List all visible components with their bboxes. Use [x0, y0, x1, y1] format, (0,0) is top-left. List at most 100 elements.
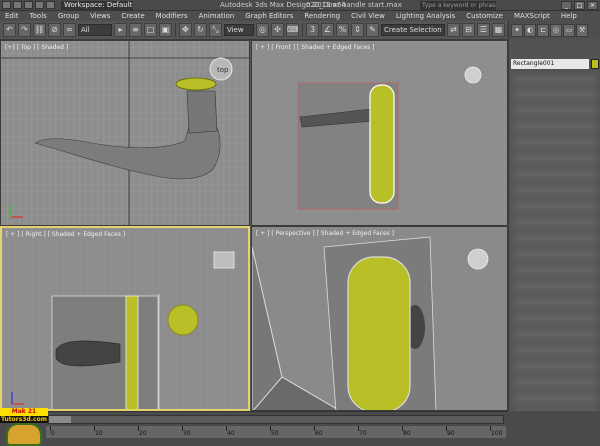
- timeline-tick-label: 40: [227, 430, 235, 437]
- create-tab-icon[interactable]: ✦: [511, 23, 523, 37]
- quick-access-toolbar: [2, 1, 55, 9]
- hierarchy-tab-icon[interactable]: ⊏: [537, 23, 549, 37]
- edit-named-selection-icon[interactable]: ✎: [366, 23, 379, 37]
- select-link-icon[interactable]: ⛓: [33, 23, 46, 37]
- title-bar: Workspace: Default Autodesk 3ds Max Desi…: [0, 0, 600, 11]
- percent-snap-icon[interactable]: %: [336, 23, 349, 37]
- toolbar-separator: [302, 23, 303, 37]
- window-controls: _ □ ×: [561, 1, 598, 10]
- viewport-label[interactable]: [ + ] [ Perspective ] [ Shaded + Edged F…: [256, 230, 394, 237]
- object-name-field[interactable]: Rectangle001: [511, 59, 589, 69]
- undo-button-icon[interactable]: ↶: [3, 23, 16, 37]
- menu-civil-view[interactable]: Civil View: [351, 11, 385, 21]
- branding-line2: Tutors3d.com: [0, 416, 48, 423]
- align-icon[interactable]: ⊟: [462, 23, 475, 37]
- viewport-top[interactable]: top [+] [ Top ] [ Shaded ]: [0, 40, 250, 226]
- snaps-toggle-icon[interactable]: 3: [306, 23, 319, 37]
- time-slider[interactable]: [48, 415, 504, 424]
- modify-tab-icon[interactable]: ◐: [524, 23, 536, 37]
- move-icon[interactable]: ✥: [179, 23, 192, 37]
- rectangular-selection-icon[interactable]: □: [144, 23, 157, 37]
- menu-maxscript[interactable]: MAXScript: [514, 11, 550, 21]
- menu-create[interactable]: Create: [121, 11, 144, 21]
- graphite-tools-icon[interactable]: ▦: [492, 23, 505, 37]
- command-panel: ✦ ◐ ⊏ ◎ ▭ ⚒ Rectangle001: [508, 21, 600, 446]
- selection-filter-dropdown[interactable]: All: [78, 24, 112, 36]
- branding-line1: Mak 21 Training: [0, 408, 48, 423]
- menu-group[interactable]: Group: [58, 11, 79, 21]
- status-area: [508, 411, 600, 446]
- command-panel-tabs: ✦ ◐ ⊏ ◎ ▭ ⚒: [509, 21, 600, 39]
- redo-button-icon[interactable]: ↷: [18, 23, 31, 37]
- workspace-dropdown[interactable]: Workspace: Default: [61, 0, 133, 10]
- timeline-tick-label: 80: [403, 430, 411, 437]
- viewport-perspective[interactable]: [ + ] [ Perspective ] [ Shaded + Edged F…: [251, 226, 508, 411]
- menu-lighting-analysis[interactable]: Lighting Analysis: [396, 11, 455, 21]
- blurred-panel-content: [513, 75, 597, 435]
- timeline-tick-label: 60: [315, 430, 323, 437]
- time-slider-thumb[interactable]: [49, 416, 71, 423]
- menu-help[interactable]: Help: [561, 11, 577, 21]
- mirror-icon[interactable]: ⇄: [447, 23, 460, 37]
- timeline-tick-label: 100: [491, 430, 503, 437]
- menu-graph-editors[interactable]: Graph Editors: [245, 11, 293, 21]
- viewport-right[interactable]: [ + ] [ Right ] [ Shaded + Edged Faces ]: [0, 226, 250, 411]
- viewport-label[interactable]: [ + ] [ Right ] [ Shaded + Edged Faces ]: [6, 231, 125, 238]
- utilities-tab-icon[interactable]: ⚒: [576, 23, 588, 37]
- minimize-icon[interactable]: _: [561, 1, 572, 10]
- redo-icon[interactable]: [46, 1, 55, 9]
- object-color-swatch[interactable]: [591, 59, 599, 69]
- pivot-center-icon[interactable]: ◎: [256, 23, 269, 37]
- unlink-icon[interactable]: ⊘: [48, 23, 61, 37]
- viewport-label[interactable]: [+] [ Top ] [ Shaded ]: [5, 44, 68, 51]
- named-selection-dropdown[interactable]: Create Selection Se: [381, 24, 445, 36]
- timeline-tick-label: 0: [51, 430, 55, 437]
- viewport-front[interactable]: [ + ] [ Front ] [ Shaded + Edged Faces ]: [251, 40, 508, 226]
- track-bar[interactable]: 0 10 20 30 40 50 60 70 80 90 100: [46, 426, 506, 438]
- rotate-icon[interactable]: ↻: [194, 23, 207, 37]
- file-title: 020_Door handle start.max: [306, 1, 402, 9]
- close-icon[interactable]: ×: [587, 1, 598, 10]
- display-tab-icon[interactable]: ▭: [563, 23, 575, 37]
- maximize-icon[interactable]: □: [574, 1, 585, 10]
- search-input[interactable]: Type a keyword or phrase: [420, 1, 496, 10]
- timeline-tick-label: 70: [359, 430, 367, 437]
- menu-animation[interactable]: Animation: [199, 11, 235, 21]
- timeline-tick-label: 20: [139, 430, 147, 437]
- keyboard-shortcut-icon[interactable]: ⌨: [286, 23, 299, 37]
- angle-snap-icon[interactable]: ∠: [321, 23, 334, 37]
- right-view-scene: [2, 228, 248, 409]
- main-toolbar: ↶ ↷ ⛓ ⊘ ≈ All ▸ ≡ □ ▣ ✥ ↻ ⤡ View ◎ ✣ ⌨ 3…: [0, 21, 595, 40]
- front-view-scene: [252, 41, 507, 225]
- menu-customize[interactable]: Customize: [466, 11, 503, 21]
- select-manipulate-icon[interactable]: ✣: [271, 23, 284, 37]
- app-window: Workspace: Default Autodesk 3ds Max Desi…: [0, 0, 600, 446]
- svg-text:top: top: [217, 66, 229, 74]
- undo-icon[interactable]: [35, 1, 44, 9]
- layer-manager-icon[interactable]: ☰: [477, 23, 490, 37]
- perspective-view-scene: [252, 227, 507, 410]
- reference-coordinate-dropdown[interactable]: View: [224, 24, 254, 36]
- new-file-icon[interactable]: [2, 1, 11, 9]
- save-file-icon[interactable]: [24, 1, 33, 9]
- select-object-icon[interactable]: ▸: [114, 23, 127, 37]
- mascot-icon: [6, 423, 42, 446]
- spinner-snap-icon[interactable]: ⇕: [351, 23, 364, 37]
- menu-bar: Edit Tools Group Views Create Modifiers …: [0, 11, 600, 21]
- menu-tools[interactable]: Tools: [30, 11, 47, 21]
- time-slider-area: 0 10 20 30 40 50 60 70 80 90 100: [0, 411, 508, 446]
- viewport-label[interactable]: [ + ] [ Front ] [ Shaded + Edged Faces ]: [256, 44, 374, 51]
- timeline-tick-label: 90: [447, 430, 455, 437]
- scale-icon[interactable]: ⤡: [209, 23, 222, 37]
- select-by-name-icon[interactable]: ≡: [129, 23, 142, 37]
- menu-modifiers[interactable]: Modifiers: [156, 11, 188, 21]
- menu-edit[interactable]: Edit: [5, 11, 19, 21]
- menu-rendering[interactable]: Rendering: [304, 11, 340, 21]
- window-crossing-icon[interactable]: ▣: [159, 23, 172, 37]
- timeline-tick-label: 30: [183, 430, 191, 437]
- open-file-icon[interactable]: [13, 1, 22, 9]
- motion-tab-icon[interactable]: ◎: [550, 23, 562, 37]
- bind-space-warp-icon[interactable]: ≈: [63, 23, 76, 37]
- menu-views[interactable]: Views: [90, 11, 110, 21]
- toolbar-separator: [175, 23, 176, 37]
